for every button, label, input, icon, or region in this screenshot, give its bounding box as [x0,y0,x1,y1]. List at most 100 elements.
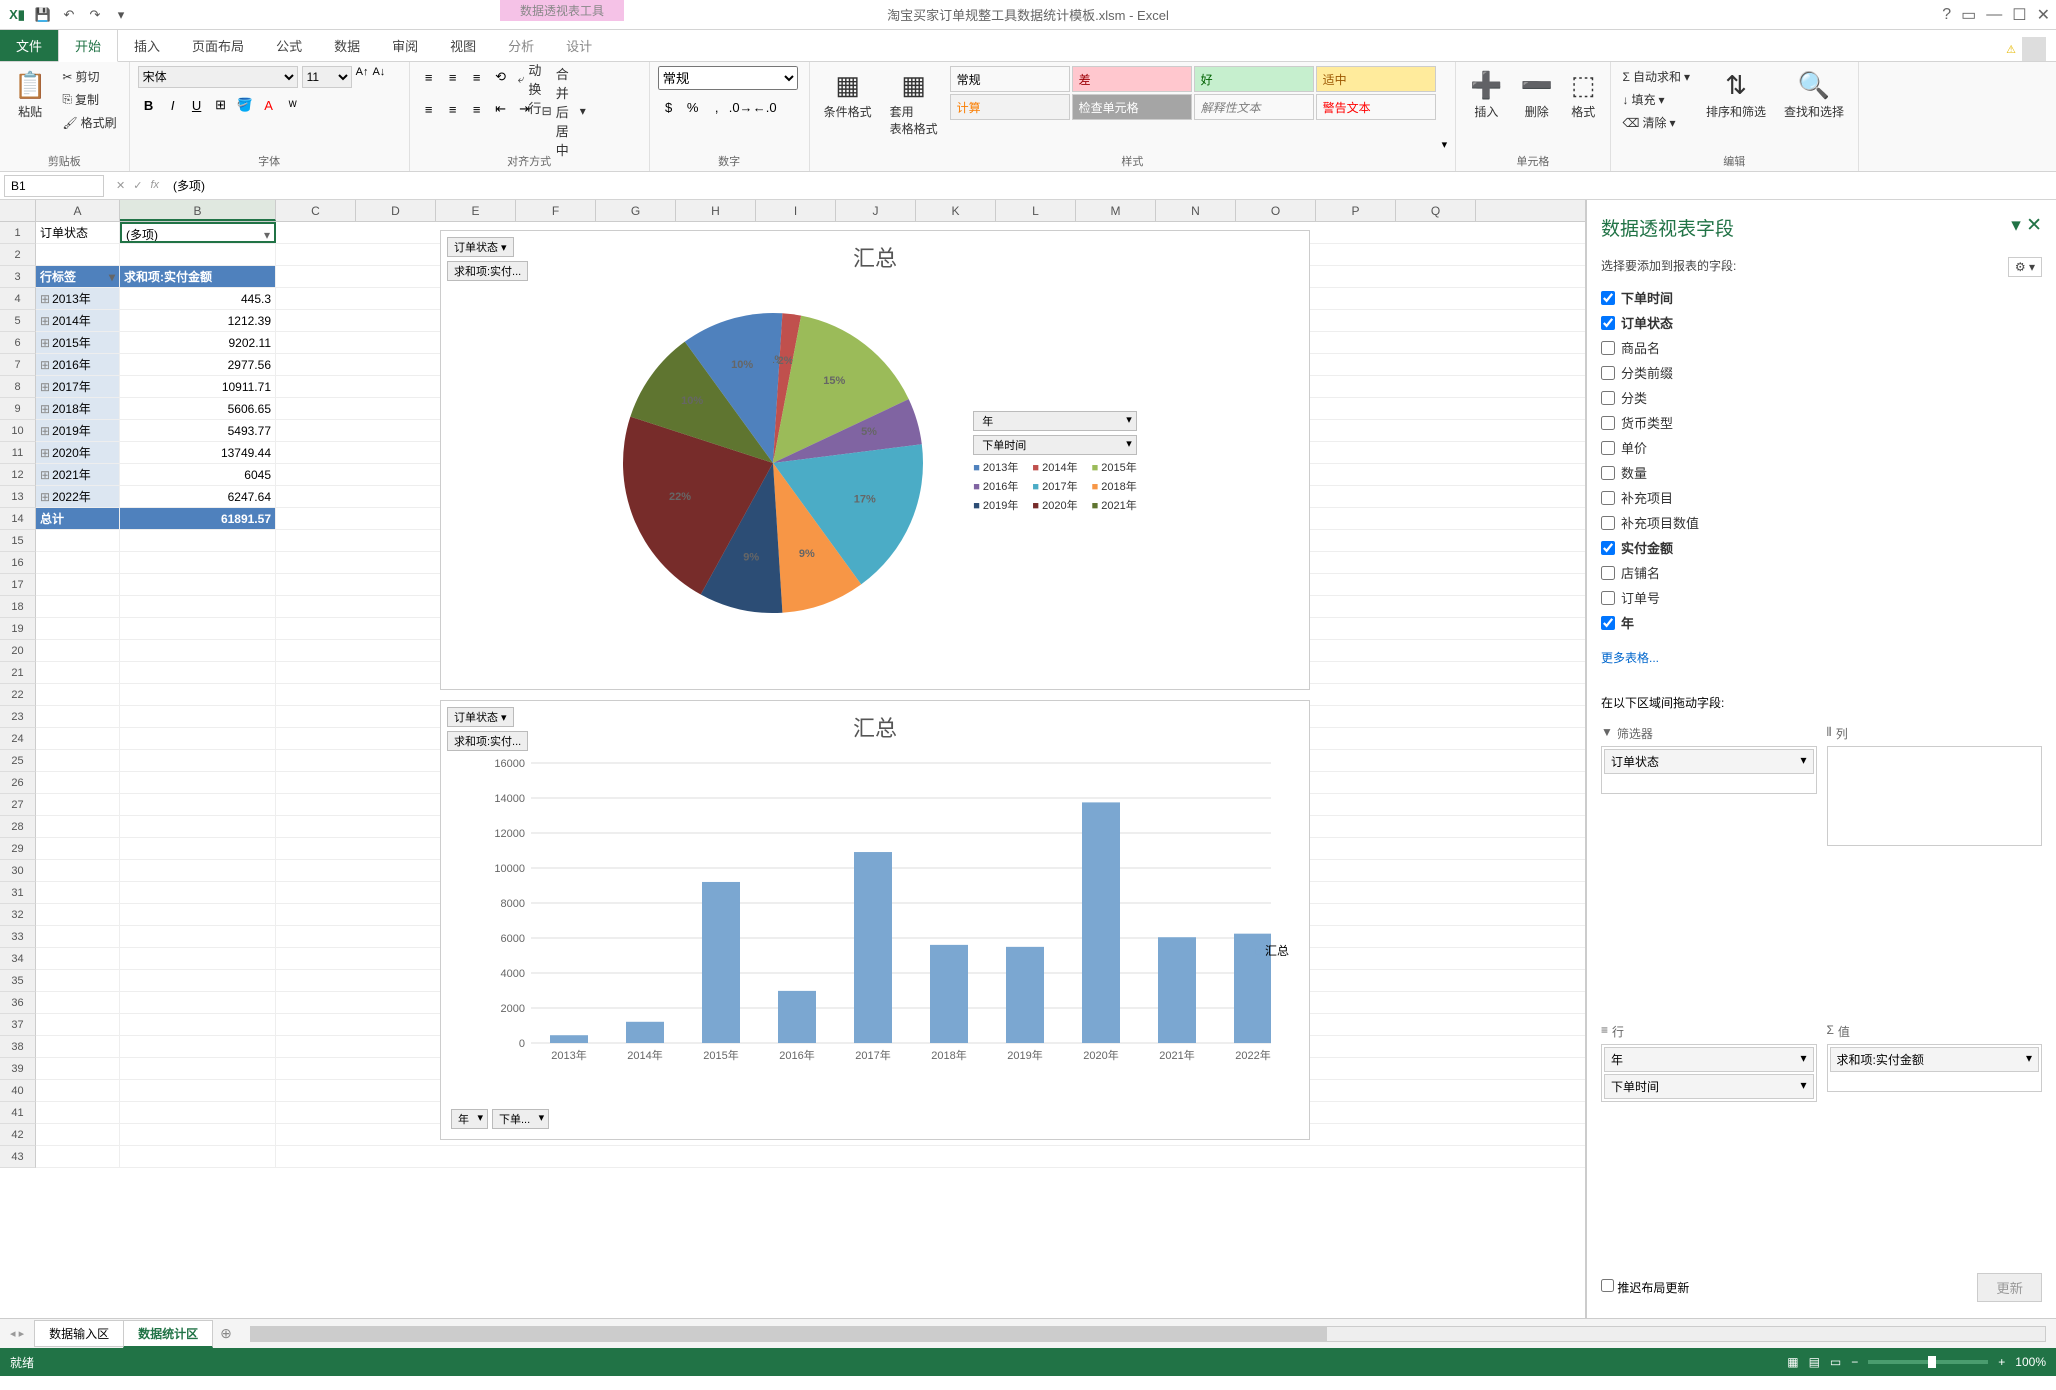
row-header[interactable]: 4 [0,288,36,310]
align-left-icon[interactable]: ≡ [418,98,440,120]
field-item[interactable]: 订单状态 [1601,310,2042,335]
sheet-tab-stats[interactable]: 数据统计区 [123,1320,213,1348]
col-header[interactable]: G [596,200,676,221]
area-item[interactable]: 年▾ [1604,1047,1814,1072]
italic-button[interactable]: I [162,94,184,116]
bold-button[interactable]: B [138,94,160,116]
enter-formula-icon[interactable]: ✓ [133,179,142,192]
style-check[interactable]: 检查单元格 [1072,94,1192,120]
row-header[interactable]: 30 [0,860,36,882]
area-item[interactable]: 订单状态▾ [1604,749,1814,774]
col-header[interactable]: Q [1396,200,1476,221]
legend-time-button[interactable]: 下单时间 [973,435,1137,455]
field-item[interactable]: 补充项目数值 [1601,510,2042,535]
area-values[interactable]: 求和项:实付金额▾ [1827,1044,2043,1092]
style-bad[interactable]: 差 [1072,66,1192,92]
col-header[interactable]: N [1156,200,1236,221]
row-header[interactable]: 14 [0,508,36,530]
row-header[interactable]: 19 [0,618,36,640]
col-header[interactable]: I [756,200,836,221]
qat-more-icon[interactable]: ▾ [110,4,132,26]
tab-design[interactable]: 设计 [550,30,608,61]
conditional-format-button[interactable]: ▦条件格式 [818,66,878,124]
indent-dec-icon[interactable]: ⇤ [490,98,512,120]
zoom-slider[interactable] [1868,1360,1988,1364]
fx-icon[interactable]: fx [150,179,159,192]
font-name-select[interactable]: 宋体 [138,66,298,88]
area-item[interactable]: 求和项:实付金额▾ [1830,1047,2040,1072]
add-sheet-button[interactable]: ⊕ [212,1325,240,1342]
row-header[interactable]: 27 [0,794,36,816]
worksheet-grid[interactable]: A B CDEFGHIJKLMNOPQ 12345678910111213141… [0,200,1586,1318]
tab-insert[interactable]: 插入 [118,30,176,61]
bar-chart-object[interactable]: 订单状态 ▾ 求和项:实付... 汇总 ■ 汇总 020004000600080… [440,700,1310,1140]
comma-icon[interactable]: , [706,96,728,118]
tab-file[interactable]: 文件 [0,30,58,61]
update-button[interactable]: 更新 [1977,1273,2042,1302]
row-header[interactable]: 15 [0,530,36,552]
align-right-icon[interactable]: ≡ [466,98,488,120]
wrap-text-button[interactable]: ⤶ 自动换行 [514,66,554,92]
filter-dropdown-icon[interactable]: ▾ [264,224,270,243]
row-header[interactable]: 43 [0,1146,36,1168]
view-layout-icon[interactable]: ▤ [1809,1355,1820,1369]
col-header[interactable]: M [1076,200,1156,221]
tab-analyze[interactable]: 分析 [492,30,550,61]
autosum-button[interactable]: Σ 自动求和 ▾ [1619,66,1694,87]
row-header[interactable]: 40 [0,1080,36,1102]
select-all-corner[interactable] [0,200,36,221]
row-header[interactable]: 28 [0,816,36,838]
cancel-formula-icon[interactable]: ✕ [116,179,125,192]
row-header[interactable]: 3 [0,266,36,288]
row-header[interactable]: 24 [0,728,36,750]
formula-input[interactable] [167,175,2056,197]
currency-icon[interactable]: $ [658,96,680,118]
axis-time-button[interactable]: 下单... [492,1109,549,1129]
save-icon[interactable]: 💾 [32,4,54,26]
row-header[interactable]: 41 [0,1102,36,1124]
more-tables-link[interactable]: 更多表格... [1601,649,2042,666]
styles-more-icon[interactable]: ▾ [1442,138,1448,151]
minimize-icon[interactable]: — [1986,6,2002,24]
horizontal-scrollbar[interactable] [250,1326,2046,1342]
pivot-row-label[interactable]: ⊞2020年 [36,442,120,463]
row-header[interactable]: 17 [0,574,36,596]
font-color-button[interactable]: A [258,94,280,116]
pivot-row-label[interactable]: ⊞2021年 [36,464,120,485]
area-rows[interactable]: 年▾下单时间▾ [1601,1044,1817,1102]
row-header[interactable]: 10 [0,420,36,442]
row-header[interactable]: 6 [0,332,36,354]
tab-home[interactable]: 开始 [58,29,118,62]
row-header[interactable]: 31 [0,882,36,904]
legend-year-button[interactable]: 年 [973,411,1137,431]
col-header[interactable]: O [1236,200,1316,221]
field-item[interactable]: 年 [1601,610,2042,635]
pivot-row-label[interactable]: ⊞2016年 [36,354,120,375]
align-mid-icon[interactable]: ≡ [442,66,464,88]
defer-layout-checkbox[interactable]: 推迟布局更新 [1601,1279,1689,1296]
field-item[interactable]: 分类前缀 [1601,360,2042,385]
row-header[interactable]: 21 [0,662,36,684]
align-top-icon[interactable]: ≡ [418,66,440,88]
zoom-level[interactable]: 100% [2015,1355,2046,1369]
row-header[interactable]: 11 [0,442,36,464]
field-item[interactable]: 数量 [1601,460,2042,485]
area-item[interactable]: 下单时间▾ [1604,1074,1814,1099]
tab-layout[interactable]: 页面布局 [176,30,260,61]
row-header[interactable]: 36 [0,992,36,1014]
pivot-row-label[interactable]: ⊞2014年 [36,310,120,331]
indent-inc-icon[interactable]: ⇥ [514,98,536,120]
font-size-select[interactable]: 11 [302,66,352,88]
view-normal-icon[interactable]: ▦ [1787,1355,1798,1369]
col-header[interactable]: K [916,200,996,221]
row-header[interactable]: 13 [0,486,36,508]
row-header[interactable]: 42 [0,1124,36,1146]
row-header[interactable]: 33 [0,926,36,948]
pivot-row-label[interactable]: ⊞2022年 [36,486,120,507]
area-columns[interactable] [1827,746,2043,846]
chart-filter-button[interactable]: 订单状态 ▾ [447,237,514,257]
inc-decimal-icon[interactable]: .0→ [730,96,752,118]
help-icon[interactable]: ? [1942,6,1951,24]
field-pane-menu-icon[interactable]: ▾ [2011,215,2021,236]
col-header[interactable]: P [1316,200,1396,221]
